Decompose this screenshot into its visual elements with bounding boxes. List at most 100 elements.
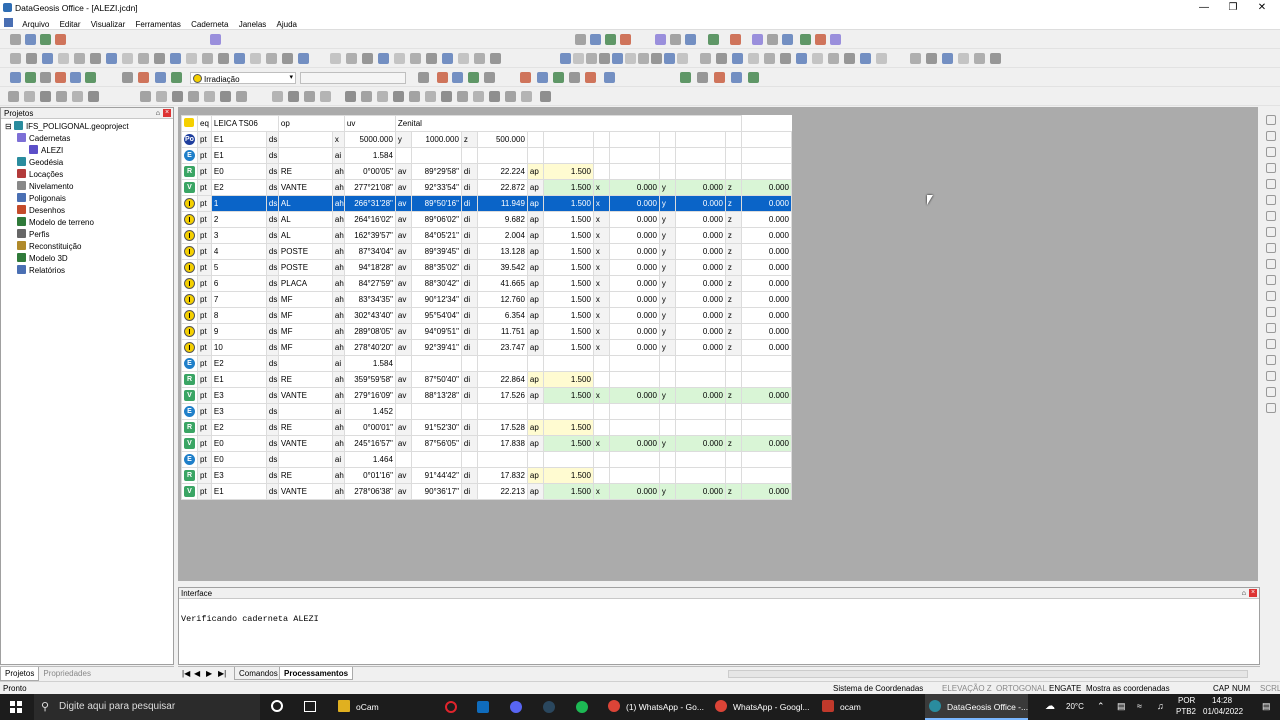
toolbar-tool-icon[interactable] <box>320 91 331 102</box>
table-cell[interactable]: 1.500 <box>542 227 594 244</box>
table-cell[interactable]: 94°18'28" <box>343 259 396 276</box>
table-cell[interactable] <box>410 403 462 420</box>
horizontal-scrollbar[interactable] <box>728 670 1248 678</box>
table-cell[interactable]: z <box>724 339 742 356</box>
table-cell[interactable]: y <box>658 227 676 244</box>
table-cell[interactable] <box>724 467 742 484</box>
table-cell[interactable]: x <box>592 259 610 276</box>
table-cell[interactable]: av <box>394 275 412 292</box>
toolbar-tool-icon[interactable] <box>172 91 183 102</box>
table-cell[interactable]: 0.000 <box>740 307 792 324</box>
toolbar-tool-icon[interactable] <box>490 53 501 64</box>
toolbar-tool-icon[interactable] <box>106 53 117 64</box>
table-cell[interactable]: di <box>460 291 478 308</box>
toolbar-tool-icon[interactable] <box>910 53 921 64</box>
close-icon[interactable]: × <box>163 109 171 117</box>
table-cell[interactable]: av <box>394 211 412 228</box>
table-cell[interactable] <box>658 467 676 484</box>
table-cell[interactable]: 39.542 <box>476 259 528 276</box>
table-cell[interactable]: pt <box>197 435 212 452</box>
table-cell[interactable] <box>674 355 726 372</box>
side-tool-icon[interactable] <box>1266 163 1276 173</box>
table-cell[interactable]: ds <box>265 483 279 500</box>
table-cell[interactable]: 1.500 <box>542 211 594 228</box>
opera-icon[interactable] <box>445 701 457 713</box>
table-cell[interactable]: pt <box>197 259 212 276</box>
table-cell[interactable] <box>740 371 792 388</box>
table-cell[interactable]: MF <box>277 291 333 308</box>
toolbar-tool-icon[interactable] <box>55 34 66 45</box>
table-row[interactable]: Ept E3 ds ai 1.452 <box>181 403 792 420</box>
table-cell[interactable]: pt <box>197 483 212 500</box>
side-tool-icon[interactable] <box>1266 259 1276 269</box>
table-cell[interactable] <box>740 467 792 484</box>
table-cell[interactable]: 0.000 <box>608 259 660 276</box>
chevron-up-icon[interactable]: ⌃ <box>1097 701 1105 712</box>
table-cell[interactable]: 1.500 <box>542 483 594 500</box>
table-cell[interactable]: z <box>724 291 742 308</box>
table-cell[interactable] <box>394 355 412 372</box>
tree-node[interactable]: ALEZI <box>29 145 63 157</box>
table-cell[interactable]: VANTE <box>277 483 333 500</box>
table-cell[interactable] <box>277 131 333 148</box>
toolbar-tool-icon[interactable] <box>171 72 182 83</box>
table-cell[interactable]: 22.872 <box>476 179 528 196</box>
row-type-cell[interactable]: E <box>181 147 198 164</box>
table-cell[interactable]: ap <box>526 291 544 308</box>
row-type-cell[interactable]: I <box>181 243 198 260</box>
toolbar-tool-icon[interactable] <box>537 72 548 83</box>
table-cell[interactable] <box>658 451 676 468</box>
table-cell[interactable]: z <box>724 227 742 244</box>
table-cell[interactable]: 0.000 <box>674 195 726 212</box>
table-cell[interactable]: 1.500 <box>542 323 594 340</box>
table-cell[interactable]: di <box>460 323 478 340</box>
toolbar-tool-icon[interactable] <box>10 34 21 45</box>
table-cell[interactable]: 22.224 <box>476 163 528 180</box>
table-cell[interactable]: 0.000 <box>740 291 792 308</box>
notification-icon[interactable]: ▤ <box>1262 701 1271 712</box>
toolbar-tool-icon[interactable] <box>26 53 37 64</box>
row-type-cell[interactable]: I <box>181 307 198 324</box>
table-cell[interactable]: 359°59'58" <box>343 371 396 388</box>
taskbar-search[interactable]: ⚲ Digite aqui para pesquisar <box>34 694 260 720</box>
table-cell[interactable] <box>724 371 742 388</box>
table-cell[interactable] <box>476 147 528 164</box>
table-cell[interactable]: ap <box>526 211 544 228</box>
toolbar-tool-icon[interactable] <box>140 91 151 102</box>
table-cell[interactable] <box>674 371 726 388</box>
toolbar-tool-icon[interactable] <box>612 53 623 64</box>
table-cell[interactable]: di <box>460 243 478 260</box>
close-button[interactable]: ✕ <box>1248 1 1276 14</box>
table-cell[interactable]: 9.682 <box>476 211 528 228</box>
table-cell[interactable]: 0°00'05" <box>343 163 396 180</box>
table-cell[interactable]: 22.864 <box>476 371 528 388</box>
table-cell[interactable]: 89°50'16" <box>410 195 462 212</box>
table-cell[interactable] <box>608 355 660 372</box>
table-cell[interactable]: x <box>592 323 610 340</box>
table-cell[interactable]: 0.000 <box>740 275 792 292</box>
table-cell[interactable]: 0.000 <box>608 211 660 228</box>
table-cell[interactable]: 91°52'30" <box>410 419 462 436</box>
table-cell[interactable]: 1.464 <box>343 451 396 468</box>
table-cell[interactable]: pt <box>197 467 212 484</box>
table-cell[interactable]: 95°54'04" <box>410 307 462 324</box>
cortana-icon[interactable] <box>271 700 283 712</box>
table-cell[interactable]: av <box>394 227 412 244</box>
toolbar-tool-icon[interactable] <box>25 34 36 45</box>
toolbar-tool-icon[interactable] <box>474 53 485 64</box>
toolbar-tool-icon[interactable] <box>378 53 389 64</box>
table-cell[interactable]: 162°39'57" <box>343 227 396 244</box>
toolbar-tool-icon[interactable] <box>569 72 580 83</box>
table-cell[interactable] <box>542 403 594 420</box>
table-cell[interactable]: y <box>658 179 676 196</box>
table-cell[interactable]: ds <box>265 291 279 308</box>
toolbar-tool-icon[interactable] <box>876 53 887 64</box>
toolbar-tool-icon[interactable] <box>362 53 373 64</box>
toolbar-tool-icon[interactable] <box>990 53 1001 64</box>
table-cell[interactable]: di <box>460 371 478 388</box>
table-cell[interactable]: E3 <box>210 403 267 420</box>
table-cell[interactable] <box>608 451 660 468</box>
table-cell[interactable] <box>277 147 333 164</box>
toolbar-tool-icon[interactable] <box>828 53 839 64</box>
table-cell[interactable]: 0.000 <box>740 243 792 260</box>
